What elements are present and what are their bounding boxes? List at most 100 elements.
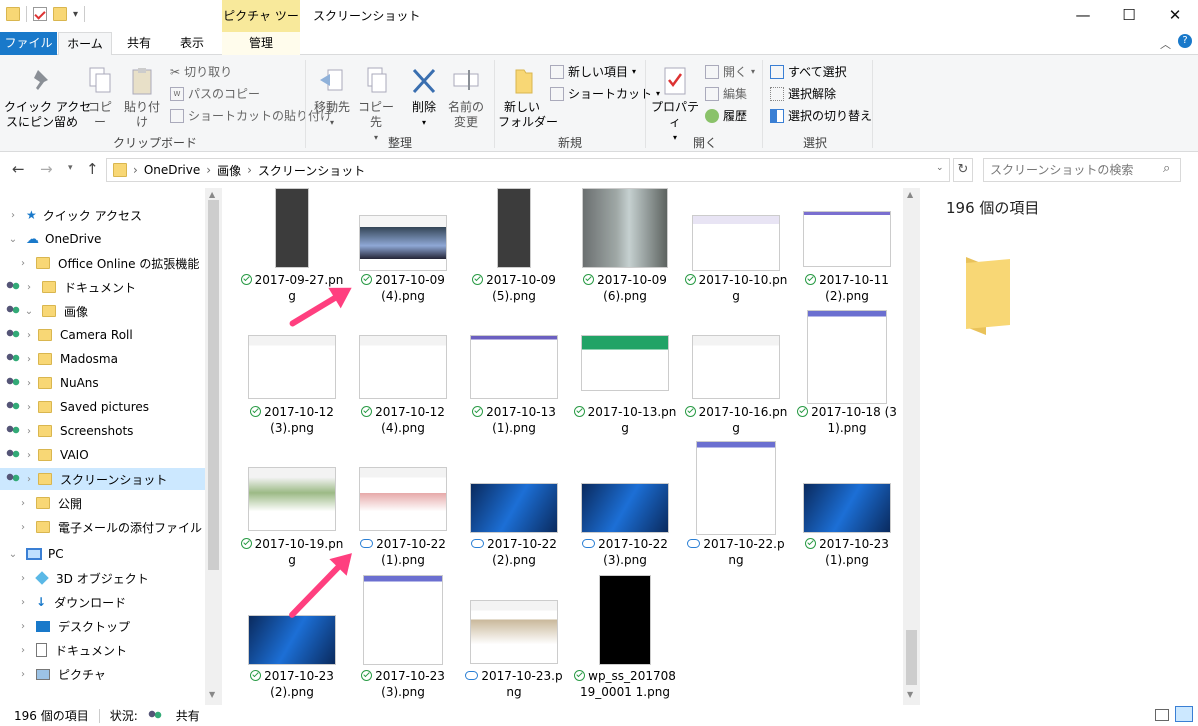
up-arrow-icon[interactable]: ↑ [86,160,99,178]
history-button[interactable]: 履歴 [705,107,747,124]
select-all-button[interactable]: すべて選択 [770,63,847,80]
sidebar-item[interactable]: › Madosma [0,348,205,370]
sidebar-scroll-thumb[interactable] [208,200,219,570]
sidebar-item[interactable]: › Office Online の拡張機能 [0,252,205,274]
tab-file[interactable]: ファイル [0,32,57,55]
sidebar-item[interactable]: ⌄ ☁ OneDrive [0,228,205,250]
sidebar-item[interactable]: › ★ クイック アクセス [0,204,205,226]
file-thumbnail[interactable] [248,467,336,531]
invert-selection-button[interactable]: 選択の切り替え [770,107,872,124]
file-name[interactable]: 2017-10-22 (2).png [462,536,566,568]
scroll-up-icon[interactable]: ▲ [907,190,913,199]
file-name[interactable]: 2017-10-10.png [684,272,788,304]
sidebar-item[interactable]: ⌄ PC [0,543,205,565]
scroll-down-icon[interactable]: ▼ [907,690,913,699]
chevron-icon[interactable]: › [24,378,34,389]
file-thumbnail[interactable] [470,335,558,399]
rename-button[interactable]: 名前の 変更 [446,66,486,130]
sidebar-item[interactable]: › ドキュメント [0,276,205,298]
forward-arrow-icon[interactable]: → [40,160,53,178]
open-button[interactable]: 開く ▾ [705,63,755,80]
sidebar-item[interactable]: ⌄ 画像 [0,300,205,322]
file-name[interactable]: 2017-10-09 (4).png [351,272,455,304]
refresh-icon[interactable]: ↻ [953,158,973,182]
file-thumbnail[interactable] [470,483,558,533]
sidebar-item[interactable]: › デスクトップ [0,615,205,637]
sidebar-item[interactable]: › 3D オブジェクト [0,567,205,589]
file-thumbnail[interactable] [581,335,669,391]
chevron-icon[interactable]: › [18,597,28,608]
help-icon[interactable]: ? [1178,34,1192,48]
sidebar-item[interactable]: › ↓ ダウンロード [0,591,205,613]
file-thumbnail[interactable] [803,211,891,267]
recent-locations-icon[interactable]: ▾ [68,163,73,173]
file-name[interactable]: 2017-10-23 (3).png [351,668,455,700]
file-thumbnail[interactable] [692,215,780,271]
file-thumbnail[interactable] [359,467,447,531]
file-name[interactable]: 2017-10-18 (31).png [795,404,899,436]
chevron-icon[interactable]: › [18,522,28,533]
chevron-icon[interactable]: › [24,402,34,413]
file-name[interactable]: 2017-10-13.png [573,404,677,436]
file-name[interactable]: 2017-10-12 (3).png [240,404,344,436]
scroll-down-icon[interactable]: ▼ [209,690,215,699]
sidebar-item[interactable]: › Saved pictures [0,396,205,418]
chevron-icon[interactable]: › [24,282,34,293]
chevron-icon[interactable]: › [24,426,34,437]
file-thumbnail[interactable] [248,335,336,399]
chevron-icon[interactable]: ⌄ [8,234,18,245]
content-scroll-thumb[interactable] [906,630,917,685]
file-name[interactable]: 2017-10-22.png [684,536,788,568]
sidebar-item[interactable]: › スクリーンショット [0,468,205,490]
tab-share[interactable]: 共有 [113,32,165,55]
file-thumbnail[interactable] [359,335,447,399]
sidebar-item[interactable]: › 電子メールの添付ファイル [0,516,205,538]
chevron-icon[interactable]: › [24,330,34,341]
breadcrumb-onedrive[interactable]: OneDrive [144,163,200,177]
pin-quick-access-button[interactable]: クイック アクセ スにピン留め [4,66,91,130]
file-thumbnail[interactable] [599,575,651,665]
sidebar-item[interactable]: › 公開 [0,492,205,514]
delete-button[interactable]: 削除 ▾ [406,66,442,130]
sidebar-item[interactable]: › Screenshots [0,420,205,442]
chevron-icon[interactable]: › [18,498,28,509]
large-icons-view-icon[interactable] [1175,706,1193,722]
chevron-icon[interactable]: › [24,354,34,365]
file-thumbnail[interactable] [363,575,443,665]
file-name[interactable]: wp_ss_20170819_0001 1.png [573,668,677,700]
sidebar-item[interactable]: › ドキュメント [0,639,205,661]
file-thumbnail[interactable] [275,188,309,268]
file-name[interactable]: 2017-10-23.png [462,668,566,700]
file-name[interactable]: 2017-10-16.png [684,404,788,436]
details-view-icon[interactable] [1155,709,1169,721]
paste-button[interactable]: 貼り付け [120,66,164,130]
file-thumbnail[interactable] [696,441,776,535]
select-none-button[interactable]: 選択解除 [770,85,836,102]
file-thumbnail[interactable] [581,483,669,533]
chevron-icon[interactable]: › [18,645,28,656]
scroll-up-icon[interactable]: ▲ [209,190,215,199]
file-name[interactable]: 2017-10-13 (1).png [462,404,566,436]
chevron-icon[interactable]: › [18,669,28,680]
paste-shortcut-button[interactable]: ショートカットの貼り付け [170,107,332,124]
file-thumbnail[interactable] [248,615,336,665]
file-name[interactable]: 2017-10-09 (5).png [462,272,566,304]
collapse-ribbon-icon[interactable]: ︿ [1160,36,1171,52]
sidebar-item[interactable]: › NuAns [0,372,205,394]
file-thumbnail[interactable] [807,310,887,404]
chevron-icon[interactable]: › [24,450,34,461]
file-name[interactable]: 2017-10-23 (2).png [240,668,344,700]
file-name[interactable]: 2017-10-22 (1).png [351,536,455,568]
content-scrollbar[interactable] [903,188,920,705]
file-name[interactable]: 2017-10-23 (1).png [795,536,899,568]
minimize-button[interactable]: — [1060,0,1106,32]
properties-icon[interactable] [33,7,47,21]
new-item-button[interactable]: 新しい項目 ▾ [550,63,636,80]
maximize-button[interactable]: ☐ [1106,0,1152,32]
file-thumbnail[interactable] [359,215,447,271]
chevron-icon[interactable]: › [24,474,34,485]
close-button[interactable]: ✕ [1152,0,1198,32]
file-name[interactable]: 2017-10-12 (4).png [351,404,455,436]
new-folder-button[interactable]: 新しい フォルダー [498,66,558,130]
easy-access-button[interactable]: ショートカット ▾ [550,85,660,102]
